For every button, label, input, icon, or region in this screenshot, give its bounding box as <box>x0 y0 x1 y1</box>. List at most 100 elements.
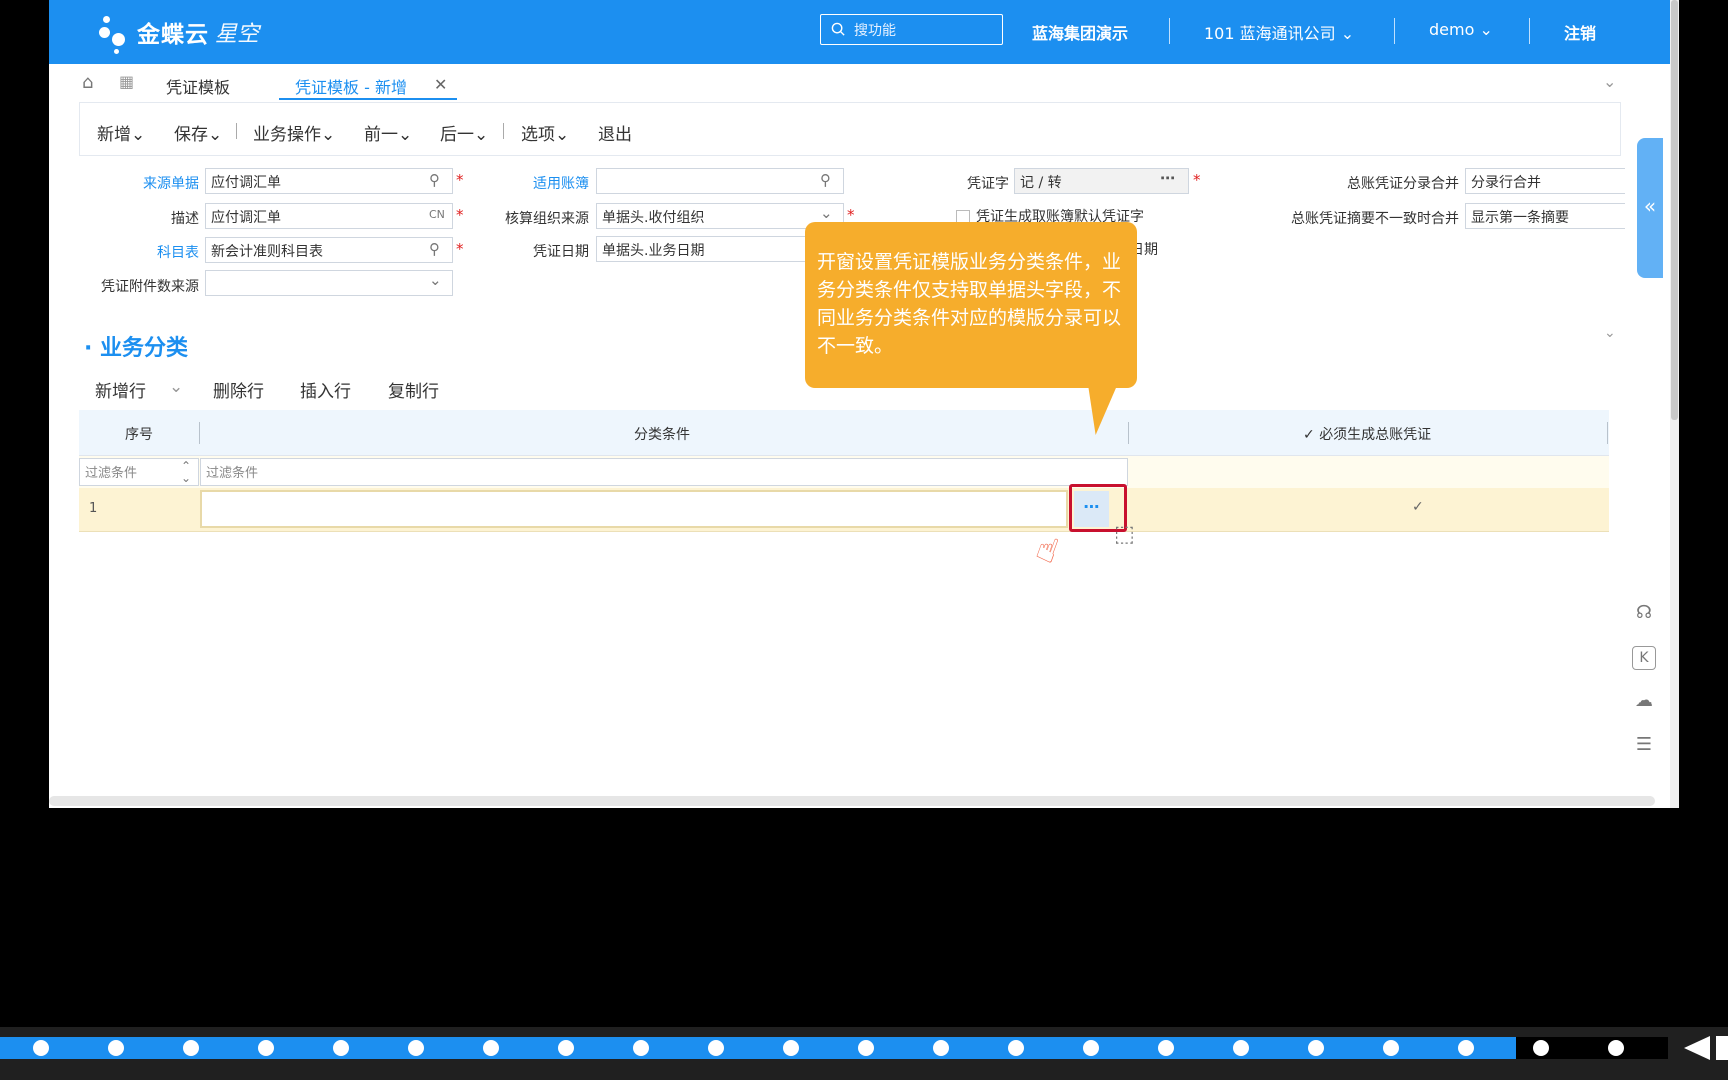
progress-dot <box>858 1040 874 1056</box>
divider <box>1607 422 1608 444</box>
tab-voucher-template[interactable]: 凭证模板 <box>166 74 230 98</box>
divider <box>236 123 237 139</box>
date-value: 单据头.业务日期 <box>602 243 705 259</box>
play-back-icon[interactable] <box>1684 1036 1710 1060</box>
apps-grid-icon[interactable]: ▦ <box>119 72 134 91</box>
pause-icon[interactable] <box>1716 1036 1728 1060</box>
database-icon[interactable]: ☰ <box>1629 734 1659 764</box>
sort-icon[interactable]: ⌃ ⌄ <box>181 460 191 484</box>
toolbar: 新增⌄ 保存⌄ 业务操作⌄ 前一⌄ 后一⌄ 选项⌄ 退出 <box>79 102 1621 156</box>
lang-badge[interactable]: CN <box>429 208 445 221</box>
tab-bar: ⌂ ▦ 凭证模板 凭证模板 - 新增 ✕ ⌄ <box>49 64 1669 102</box>
filter-input-condition[interactable]: 过滤条件 <box>200 458 1128 486</box>
chevron-down-icon: ⌄ <box>321 125 336 145</box>
copy-row-button[interactable]: 复制行 <box>388 377 439 402</box>
table-row[interactable]: 1 ⋯ ✓ <box>79 488 1609 532</box>
org-demo-link[interactable]: 蓝海集团演示 <box>1032 20 1128 44</box>
user-menu[interactable]: demo ⌄ <box>1429 20 1493 39</box>
chevron-down-icon[interactable]: ⌄ <box>820 204 833 222</box>
toolbar-business-button[interactable]: 业务操作⌄ <box>253 120 335 145</box>
toolbar-prev-button[interactable]: 前一⌄ <box>364 120 412 145</box>
active-tab-indicator <box>279 98 457 100</box>
org-src-label: 核算组织来源 <box>505 211 589 227</box>
search-icon[interactable]: ⚲ <box>820 171 831 189</box>
progress-dot <box>1083 1040 1099 1056</box>
logo-dots-icon <box>99 10 135 54</box>
progress-dot <box>558 1040 574 1056</box>
grid-header: 序号 分类条件 ✓ 必须生成总账凭证 <box>79 410 1609 456</box>
more-icon[interactable]: ⋯ <box>1160 169 1175 187</box>
summary-select[interactable]: 显示第一条摘要 <box>1465 203 1625 229</box>
progress-dot <box>258 1040 274 1056</box>
divider <box>503 123 504 139</box>
collapse-panel-button[interactable]: « <box>1637 138 1663 278</box>
toolbar-save-label: 保存 <box>174 125 208 145</box>
hand-pointer-icon: ☝ <box>1030 527 1064 573</box>
row-no: 1 <box>89 501 98 516</box>
close-tab-icon[interactable]: ✕ <box>434 75 447 94</box>
scroll-thumb[interactable] <box>1671 0 1678 420</box>
chevron-down-icon[interactable]: ⌄ <box>1604 325 1616 341</box>
toolbar-new-label: 新增 <box>97 125 131 145</box>
check-icon[interactable]: ✓ <box>1412 499 1424 515</box>
add-row-button[interactable]: 新增行 <box>95 377 146 402</box>
toolbar-options-button[interactable]: 选项⌄ <box>521 120 569 145</box>
search-input[interactable]: 搜功能 <box>820 14 1003 45</box>
search-icon[interactable]: ⚲ <box>429 240 440 258</box>
vertical-scrollbar[interactable] <box>1670 0 1679 808</box>
chevron-down-icon[interactable]: ⌄ <box>429 271 442 289</box>
col-condition-header[interactable]: 分类条件 <box>634 424 690 444</box>
col-no-header[interactable]: 序号 <box>125 424 153 444</box>
col-must-header[interactable]: ✓ 必须生成总账凭证 <box>1303 424 1431 444</box>
home-icon[interactable]: ⌂ <box>82 72 93 93</box>
k-icon[interactable]: K <box>1632 646 1656 670</box>
section-title: · 业务分类 <box>84 336 189 361</box>
cloud-icon[interactable]: ☁ <box>1629 690 1659 720</box>
headset-icon[interactable]: ☊ <box>1629 602 1659 632</box>
chevron-down-icon[interactable]: ⌄ <box>169 377 183 397</box>
tab-voucher-template-new[interactable]: 凭证模板 - 新增 <box>295 74 407 98</box>
progress-dot <box>408 1040 424 1056</box>
section-title-text: 业务分类 <box>100 336 189 361</box>
divider <box>1169 18 1170 44</box>
toolbar-exit-button[interactable]: 退出 <box>598 120 632 145</box>
horizontal-scrollbar[interactable] <box>49 796 1655 806</box>
desc-field[interactable]: 应付调汇单 <box>205 203 453 229</box>
divider <box>1128 422 1129 444</box>
progress-dot <box>708 1040 724 1056</box>
chevron-down-icon: ⌄ <box>1479 20 1493 39</box>
insert-row-button[interactable]: 插入行 <box>300 377 351 402</box>
chevron-down-icon: ⌄ <box>474 125 489 145</box>
toolbar-save-button[interactable]: 保存⌄ <box>174 120 222 145</box>
logo-text: 金蝶云 <box>137 22 209 48</box>
company-selector[interactable]: 101 蓝海通讯公司 ⌄ <box>1204 20 1354 44</box>
toolbar-options-label: 选项 <box>521 125 555 145</box>
account-table-field[interactable]: 新会计准则科目表 <box>205 237 453 263</box>
chevron-down-icon: ⌄ <box>1340 24 1355 43</box>
summary-value: 显示第一条摘要 <box>1471 210 1569 226</box>
condition-cell-input[interactable] <box>200 490 1068 528</box>
app-window: 金蝶云 星空 搜功能 蓝海集团演示 101 蓝海通讯公司 ⌄ demo ⌄ 注销… <box>49 0 1679 808</box>
source-bill-field[interactable]: 应付调汇单 <box>205 168 453 194</box>
required-mark: * <box>456 171 464 189</box>
tutorial-callout: 开窗设置凭证模版业务分类条件，业务分类条件仅支持取单据头字段，不同业务分类条件对… <box>805 222 1137 388</box>
desc-label: 描述 <box>171 211 199 227</box>
toolbar-new-button[interactable]: 新增⌄ <box>97 120 145 145</box>
progress-bar[interactable] <box>0 1037 1516 1059</box>
search-icon[interactable]: ⚲ <box>429 171 440 189</box>
user-name: demo <box>1429 20 1475 39</box>
attach-src-select[interactable] <box>205 270 453 296</box>
double-chevron-down-icon[interactable]: ⌄ <box>1603 72 1616 91</box>
delete-row-button[interactable]: 删除行 <box>213 377 264 402</box>
date-select[interactable]: 单据头.业务日期 <box>596 236 806 262</box>
logout-link[interactable]: 注销 <box>1564 20 1596 44</box>
voucher-word-value: 记 / 转 <box>1020 175 1062 191</box>
progress-dot <box>1308 1040 1324 1056</box>
chevron-down-icon: ⌄ <box>131 125 146 145</box>
toolbar-next-button[interactable]: 后一⌄ <box>440 120 488 145</box>
progress-dot <box>933 1040 949 1056</box>
filter-row: 过滤条件 ⌃ ⌄ 过滤条件 <box>79 456 1609 488</box>
book-field[interactable] <box>596 168 844 194</box>
merge-select[interactable]: 分录行合并 <box>1465 168 1625 194</box>
progress-dot <box>1458 1040 1474 1056</box>
